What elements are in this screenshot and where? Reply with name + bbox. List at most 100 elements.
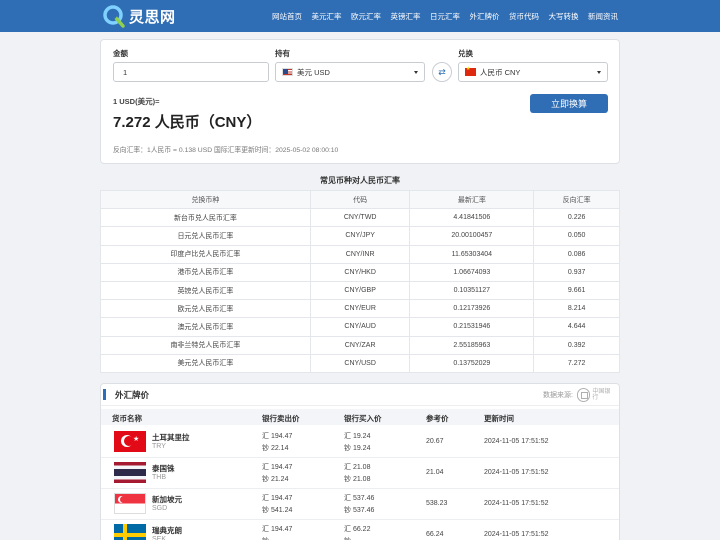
exchange-label: 兑换 [458, 49, 473, 58]
list-item[interactable]: 泰国铢 THB 汇 194.47 钞 21.24 汇 21.08 钞 21.08 21.04… [101, 458, 619, 489]
chevron-down-icon [414, 71, 418, 74]
table-row: 澳元兑人民币汇率 CNY/AUD 0.21531946 4.644 [100, 317, 620, 337]
cell-currency-pair: 欧元兑人民币汇率 [100, 299, 311, 319]
reference-price: 538.23 [426, 500, 448, 507]
cell-reverse-rate: 8.214 [533, 299, 620, 319]
list-item[interactable]: 瑞典克朗SEK 汇 194.47 钞 汇 66.22 钞 66.24 2024-11-0… [101, 520, 619, 540]
currency-converter-panel: 金额 1 持有 美元 USD ⇄ 兑换 人民币 CNY 立即换算 1 USD(美… [100, 39, 620, 164]
cell-code: CNY/GBP [309, 280, 411, 301]
list-item[interactable]: 新加坡元 SGD 汇 194.47 钞 541.24 汇 537.46 钞 537.46 5… [101, 489, 619, 520]
cell-reverse-rate: 9.661 [533, 280, 620, 301]
buy-transfer-price: 汇 66.22 [344, 526, 371, 533]
col-header-currency: 兑换币种 [100, 189, 311, 210]
boc-logo-text: 中国银行 [592, 388, 611, 401]
cell-code: CNY/USD [309, 353, 411, 373]
currency-name: 泰国铢 [152, 464, 175, 473]
section-accent-bar [103, 389, 106, 400]
have-currency-value: 美元 USD [297, 67, 330, 77]
singapore-flag-icon [114, 493, 146, 514]
col-header-code: 代码 [309, 189, 411, 210]
cell-latest-rate: 0.10351127 [409, 280, 535, 301]
cell-code: CNY/EUR [309, 299, 411, 319]
reference-price: 20.67 [426, 438, 444, 445]
cell-latest-rate: 0.12173926 [409, 299, 535, 319]
currency-name: 新加坡元 [152, 495, 182, 504]
currency-code: SGD [152, 505, 168, 512]
cell-code: CNY/INR [309, 244, 411, 264]
forex-table-header: 货币名称 银行卖出价 银行买入价 参考价 更新时间 [101, 409, 619, 425]
sell-cash-price: 钞 [262, 536, 269, 540]
amount-value: 1 [123, 67, 128, 77]
result-value: 7.272 人民币（CNY） [113, 114, 262, 131]
table-row: 印度卢比兑人民币汇率 CNY/INR 11.65303404 0.086 [100, 244, 620, 264]
top-header: 灵思网 网站首页 美元汇率 欧元汇率 英镑汇率 日元汇率 外汇牌价 货币代码 大… [0, 0, 720, 32]
reverse-rate-note: 反向汇率：1人民币 = 0.138 USD 国际汇率更新时间：2025-05-0… [113, 147, 339, 154]
table-row: 美元兑人民币汇率 CNY/USD 0.13752029 7.272 [100, 353, 620, 373]
table-row: 欧元兑人民币汇率 CNY/EUR 0.12173926 8.214 [100, 299, 620, 319]
reference-price: 21.04 [426, 469, 444, 476]
target-currency-value: 人民币 CNY [480, 67, 521, 77]
sell-cash-price: 钞 21.24 [262, 476, 289, 483]
buy-transfer-price: 汇 537.46 [344, 495, 375, 502]
cell-currency-pair: 新台币兑人民币汇率 [100, 208, 311, 228]
nav-usd-rate[interactable]: 美元汇率 [312, 11, 342, 22]
cell-code: CNY/AUD [309, 317, 411, 337]
cell-latest-rate: 4.41841506 [409, 208, 535, 228]
convert-button[interactable]: 立即换算 [530, 94, 608, 113]
col-header-bank-sell: 银行卖出价 [262, 414, 300, 423]
col-header-reference: 参考价 [426, 414, 449, 423]
nav-jpy-rate[interactable]: 日元汇率 [430, 11, 460, 22]
sweden-flag-icon [114, 524, 146, 540]
nav-home[interactable]: 网站首页 [272, 11, 302, 22]
result-base: 1 USD(美元)= [113, 97, 160, 106]
site-logo[interactable]: 灵思网 [102, 3, 176, 29]
update-time: 2024-11-05 17:51:52 [484, 438, 549, 445]
nav-uppercase-convert[interactable]: 大写转换 [549, 11, 579, 22]
sell-cash-price: 钞 22.14 [262, 445, 289, 452]
have-currency-select[interactable]: 美元 USD [275, 62, 425, 82]
cell-reverse-rate: 0.392 [533, 335, 620, 355]
cell-latest-rate: 0.13752029 [409, 353, 535, 373]
cell-currency-pair: 港币兑人民币汇率 [100, 262, 311, 282]
nav-eur-rate[interactable]: 欧元汇率 [351, 11, 381, 22]
target-currency-select[interactable]: 人民币 CNY [458, 62, 608, 82]
cell-currency-pair: 日元兑人民币汇率 [100, 226, 311, 246]
update-time: 2024-11-05 17:51:52 [484, 469, 549, 476]
cell-currency-pair: 英镑兑人民币汇率 [100, 280, 311, 301]
currency-name: 瑞典克朗 [152, 526, 182, 535]
cell-reverse-rate: 4.644 [533, 317, 620, 337]
nav-currency-codes[interactable]: 货币代码 [509, 11, 539, 22]
cell-reverse-rate: 0.086 [533, 244, 620, 264]
main-nav: 网站首页 美元汇率 欧元汇率 英镑汇率 日元汇率 外汇牌价 货币代码 大写转换 … [263, 0, 618, 32]
amount-input[interactable]: 1 [113, 62, 269, 82]
nav-gbp-rate[interactable]: 英镑汇率 [391, 11, 421, 22]
nav-forex-quotes[interactable]: 外汇牌价 [470, 11, 500, 22]
table-header-row: 兑换币种 代码 最新汇率 反向汇率 [100, 189, 620, 210]
common-rates-table: 兑换币种 代码 最新汇率 反向汇率 新台币兑人民币汇率 CNY/TWD 4.4184… [100, 189, 620, 373]
reference-price: 66.24 [426, 531, 444, 538]
cell-code: CNY/ZAR [309, 335, 411, 355]
have-label: 持有 [275, 49, 290, 58]
sell-transfer-price: 汇 194.47 [262, 495, 293, 502]
boc-emblem-icon [577, 388, 591, 402]
table-row: 港币兑人民币汇率 CNY/HKD 1.06674093 0.937 [100, 262, 620, 282]
swap-currencies-button[interactable]: ⇄ [432, 62, 452, 82]
table-row: 英镑兑人民币汇率 CNY/GBP 0.10351127 9.661 [100, 280, 620, 301]
logo-text: 灵思网 [129, 7, 176, 26]
cell-reverse-rate: 0.226 [533, 208, 620, 228]
table-row: 南非兰特兑人民币汇率 CNY/ZAR 2.55185963 0.392 [100, 335, 620, 355]
buy-cash-price: 钞 21.08 [344, 476, 371, 483]
update-time: 2024-11-05 17:51:52 [484, 500, 549, 507]
buy-transfer-price: 汇 19.24 [344, 433, 371, 440]
cell-code: CNY/JPY [309, 226, 411, 246]
currency-code: TRY [152, 443, 166, 450]
table-row: 新台币兑人民币汇率 CNY/TWD 4.41841506 0.226 [100, 208, 620, 228]
cell-currency-pair: 澳元兑人民币汇率 [100, 317, 311, 337]
sell-transfer-price: 汇 194.47 [262, 433, 293, 440]
nav-news[interactable]: 新闻资讯 [588, 11, 618, 22]
cell-reverse-rate: 0.937 [533, 262, 620, 282]
currency-code: SEK [152, 536, 167, 540]
swap-icon: ⇄ [438, 66, 446, 77]
cell-latest-rate: 2.55185963 [409, 335, 535, 355]
list-item[interactable]: ★ 土耳其里拉 TRY 汇 194.47 钞 22.14 汇 19.24 钞 19.24 20… [101, 427, 619, 458]
